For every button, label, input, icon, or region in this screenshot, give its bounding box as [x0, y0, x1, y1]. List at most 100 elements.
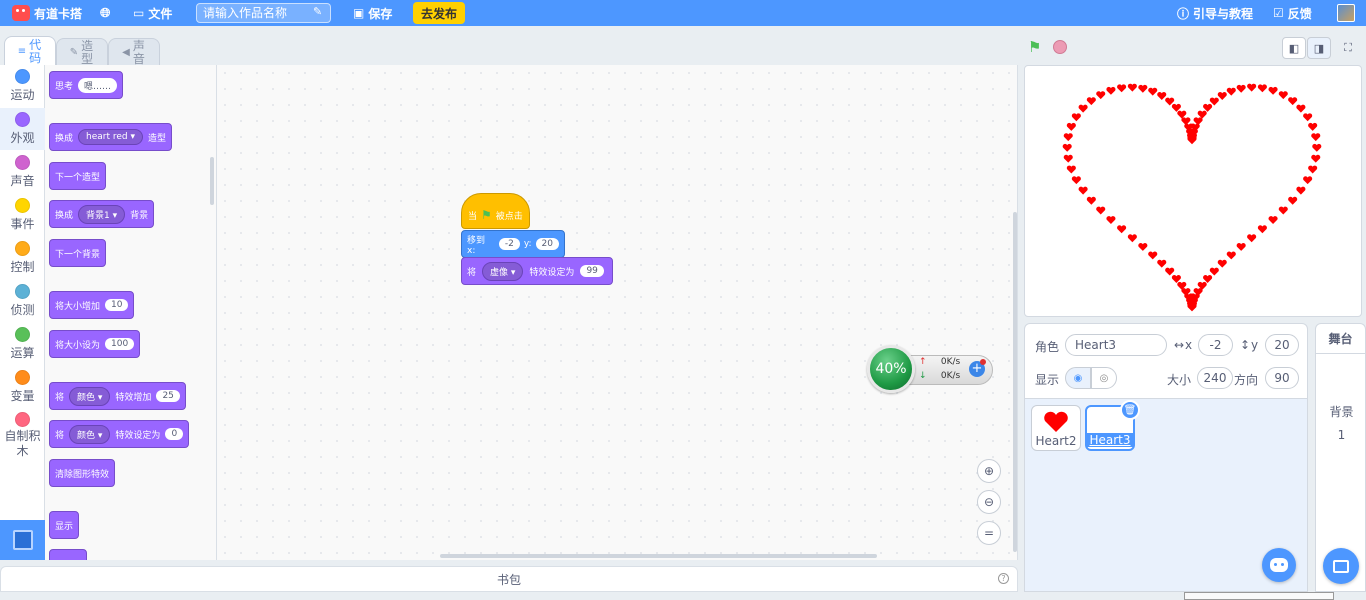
workspace-vscrollbar[interactable]	[1013, 212, 1017, 552]
category-motion[interactable]: 运动	[0, 65, 45, 107]
block-dropdown[interactable]: 颜色	[69, 424, 111, 444]
workspace-hscrollbar[interactable]	[440, 554, 877, 558]
block-switch-costume[interactable]: 换成 heart red 造型	[49, 123, 173, 151]
stage-canvas[interactable]	[1024, 65, 1362, 317]
file-menu[interactable]: ▭ 文件	[133, 0, 172, 26]
small-stage-button[interactable]: ◧	[1282, 37, 1306, 59]
y-input[interactable]: 20	[1265, 334, 1299, 356]
help-icon[interactable]: ?	[998, 573, 1009, 584]
normal-stage-button[interactable]: ◨	[1307, 37, 1331, 59]
small-heart	[1138, 243, 1148, 251]
category-looks[interactable]: 外观	[0, 108, 45, 150]
category-sound[interactable]: 声音	[0, 151, 45, 193]
palette-scrollbar[interactable]	[210, 157, 214, 205]
block-dropdown[interactable]: 背景1	[78, 204, 126, 224]
category-dot	[15, 284, 30, 299]
block-clear-effects[interactable]: 清除图形特效	[49, 459, 116, 487]
project-title-input[interactable]	[196, 3, 331, 23]
category-label: 外观	[10, 131, 35, 145]
backpack-label: 书包	[496, 572, 521, 587]
tutorial-button[interactable]: ⓘ 引导与教程	[1177, 0, 1253, 26]
category-events[interactable]: 事件	[0, 194, 45, 236]
show-sprite-button[interactable]: ◉	[1065, 367, 1091, 389]
block-dropdown[interactable]: 虚像	[482, 261, 524, 281]
size-label: 大小	[1167, 373, 1192, 387]
small-heart	[1117, 84, 1127, 93]
network-monitor[interactable]: 40% ↑ 0K/s ↓ 0K/s +	[867, 345, 993, 393]
add-sprite-button[interactable]	[1323, 548, 1359, 584]
publish-button[interactable]: 去发布	[413, 2, 465, 24]
tab-sounds[interactable]: ◀︎ 声音	[108, 38, 160, 66]
block-dropdown[interactable]: 颜色	[69, 386, 111, 406]
block-next-costume[interactable]: 下一个造型	[49, 162, 107, 190]
small-heart	[1308, 122, 1318, 131]
block-set-ghost-effect[interactable]: 将 虚像 特效设定为 99	[461, 257, 613, 285]
small-heart	[1257, 225, 1267, 234]
language-button[interactable]: 🌐︎	[100, 0, 110, 26]
block-change-size[interactable]: 将大小增加 10	[49, 291, 135, 319]
stop-button[interactable]	[1053, 40, 1067, 54]
block-next-backdrop[interactable]: 下一个背景	[49, 239, 107, 267]
small-heart	[1127, 234, 1137, 243]
block-input[interactable]: 99	[580, 265, 604, 277]
block-hide[interactable]	[49, 549, 87, 560]
block-set-effect[interactable]: 将颜色特效设定为 0	[49, 420, 190, 448]
block-input[interactable]: 0	[165, 428, 184, 440]
backdrop-label: 背景	[1329, 405, 1354, 419]
avatar[interactable]	[1337, 4, 1355, 22]
sprite-name-input[interactable]: Heart3	[1065, 334, 1167, 356]
small-heart	[1157, 259, 1167, 268]
block-input-x[interactable]: -2	[498, 238, 520, 250]
delete-sprite-button[interactable]: 🗑︎	[1120, 400, 1140, 420]
block-dropdown[interactable]: heart red	[78, 129, 144, 145]
block-input[interactable]: 100	[105, 338, 135, 350]
block-text: 换成	[55, 210, 74, 221]
add-extension-button[interactable]	[0, 520, 45, 560]
tab-costumes-label: 造型	[81, 38, 94, 66]
block-think[interactable]: 思考 嗯……	[49, 71, 124, 99]
small-heart	[1247, 83, 1257, 92]
block-text: 显示	[55, 521, 74, 532]
block-input-y[interactable]: 20	[535, 238, 559, 250]
code-workspace[interactable]	[217, 65, 1018, 560]
block-change-effect[interactable]: 将颜色特效增加 25	[49, 382, 186, 410]
category-dot	[15, 241, 30, 256]
small-heart	[1288, 196, 1298, 205]
small-heart	[1268, 216, 1278, 224]
fullscreen-button[interactable]: ⛶	[1336, 37, 1360, 59]
zoom-reset-button[interactable]: =	[977, 521, 1001, 545]
hide-sprite-button[interactable]: ◎	[1091, 367, 1117, 389]
zoom-in-button[interactable]: ⊕	[977, 459, 1001, 483]
block-when-flag-clicked[interactable]: 当 ⚑ 被点击	[461, 193, 530, 229]
small-heart	[1096, 91, 1106, 100]
size-input[interactable]: 240	[1197, 367, 1233, 389]
direction-input[interactable]: 90	[1265, 367, 1299, 389]
block-input[interactable]: 25	[156, 390, 180, 402]
sprite-thumb-heart2[interactable]: Heart2	[1031, 405, 1081, 451]
tab-costumes[interactable]: ✎ 造型	[56, 38, 108, 66]
category-control[interactable]: 控制	[0, 237, 45, 279]
block-goto-xy[interactable]: 移到 x: -2 y: 20	[461, 230, 565, 258]
zoom-out-button[interactable]: ⊖	[977, 490, 1001, 514]
backpack[interactable]: 书包 ?	[0, 566, 1018, 592]
save-button[interactable]: ▣ 保存	[353, 0, 392, 26]
feedback-button[interactable]: ☑ 反馈	[1273, 0, 1312, 26]
tab-code-label: 代码	[29, 37, 42, 65]
assistant-button[interactable]	[1262, 548, 1296, 582]
block-input[interactable]: 嗯……	[78, 77, 118, 93]
green-flag-button[interactable]: ⚑	[1028, 39, 1044, 55]
brand-logo[interactable]: 有道卡搭	[12, 0, 82, 26]
x-input[interactable]: -2	[1198, 334, 1233, 356]
block-set-size[interactable]: 将大小设为 100	[49, 330, 141, 358]
category-my-blocks[interactable]: 自制积木	[0, 409, 45, 461]
block-switch-backdrop[interactable]: 换成背景1 背景	[49, 200, 155, 228]
small-heart	[1312, 143, 1322, 152]
block-show[interactable]: 显示	[49, 511, 80, 539]
category-operators[interactable]: 运算	[0, 323, 45, 365]
tab-code[interactable]: ≡ 代码	[4, 36, 56, 66]
category-variables[interactable]: 变量	[0, 366, 45, 408]
tab-sounds-label: 声音	[132, 38, 145, 66]
block-input[interactable]: 10	[105, 299, 129, 311]
small-heart	[1127, 83, 1137, 92]
category-sensing[interactable]: 侦测	[0, 280, 45, 322]
